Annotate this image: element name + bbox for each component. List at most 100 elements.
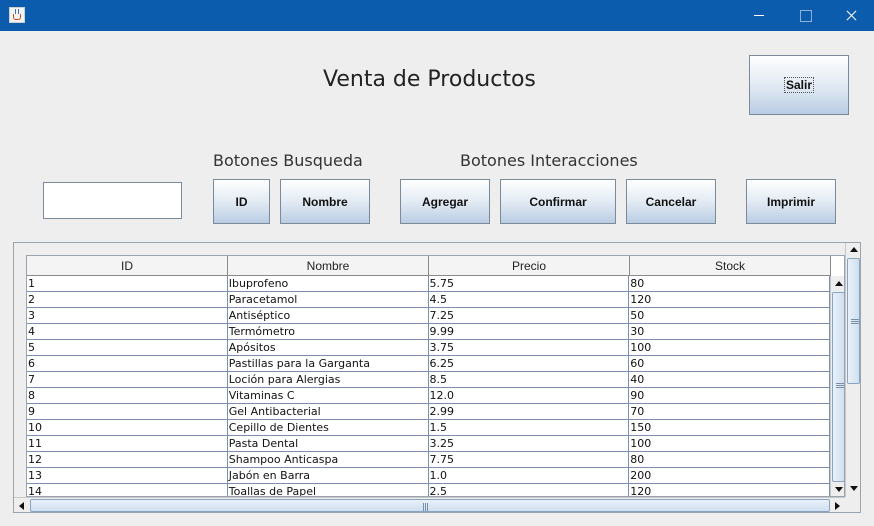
table-cell[interactable]: 3.25: [428, 436, 630, 452]
table-row[interactable]: 5 Apósitos 3.75 100: [27, 340, 830, 356]
table-cell[interactable]: 4.5: [428, 292, 630, 308]
column-header[interactable]: ID: [27, 256, 228, 276]
table-cell[interactable]: Jabón en Barra: [227, 468, 429, 484]
table-row[interactable]: 8 Vitaminas C 12.0 90: [27, 388, 830, 404]
scroll-right-icon[interactable]: [835, 502, 840, 510]
table-vertical-scroll-thumb[interactable]: [832, 292, 844, 482]
table-cell[interactable]: 13: [27, 468, 228, 484]
table-cell[interactable]: 5: [27, 340, 228, 356]
table-cell[interactable]: 6: [27, 356, 228, 372]
table-cell[interactable]: 150: [629, 420, 830, 436]
java-cup-icon: [9, 7, 25, 23]
table-cell[interactable]: 7.25: [428, 308, 630, 324]
table-row[interactable]: 3 Antiséptico 7.25 50: [27, 308, 830, 324]
table-cell[interactable]: 200: [629, 468, 830, 484]
table-cell[interactable]: 5.75: [428, 276, 630, 292]
search-input[interactable]: [43, 182, 182, 219]
table-cell[interactable]: 80: [629, 276, 830, 292]
table-vertical-scrollbar[interactable]: [830, 276, 844, 496]
table-cell[interactable]: 1.5: [428, 420, 630, 436]
table-row[interactable]: 12 Shampoo Anticaspa 7.75 80: [27, 452, 830, 468]
table-cell[interactable]: Ibuprofeno: [227, 276, 429, 292]
table-cell[interactable]: 1: [27, 276, 228, 292]
table-cell[interactable]: 8.5: [428, 372, 630, 388]
table-row[interactable]: 6 Pastillas para la Garganta 6.25 60: [27, 356, 830, 372]
table-cell[interactable]: 100: [629, 340, 830, 356]
table-cell[interactable]: 9.99: [428, 324, 630, 340]
table-cell[interactable]: Pastillas para la Garganta: [227, 356, 429, 372]
table-cell[interactable]: Toallas de Papel: [228, 484, 429, 496]
search-by-id-button[interactable]: ID: [213, 179, 270, 224]
table-cell[interactable]: 2.5: [429, 484, 630, 496]
table-cell[interactable]: 4: [27, 324, 228, 340]
scroll-up-icon[interactable]: [850, 247, 858, 252]
close-icon[interactable]: [828, 0, 874, 31]
grip-icon: [423, 503, 428, 511]
table-cell[interactable]: 80: [629, 452, 830, 468]
column-header[interactable]: Precio: [429, 256, 630, 276]
table-cell[interactable]: 9: [27, 404, 228, 420]
table-cell[interactable]: 50: [629, 308, 830, 324]
table-cell[interactable]: Vitaminas C: [227, 388, 429, 404]
table-cell[interactable]: Loción para Alergias: [227, 372, 429, 388]
table-row[interactable]: 2 Paracetamol 4.5 120: [27, 292, 830, 308]
table-cell[interactable]: Gel Antibacterial: [227, 404, 429, 420]
table-cell[interactable]: 100: [629, 436, 830, 452]
table-cell[interactable]: 30: [629, 324, 830, 340]
outer-vertical-scroll-thumb[interactable]: [847, 258, 860, 384]
search-by-name-button[interactable]: Nombre: [280, 179, 370, 224]
table-cell[interactable]: 3: [27, 308, 228, 324]
outer-horizontal-scrollbar[interactable]: [14, 497, 845, 512]
table-cell[interactable]: 3.75: [428, 340, 630, 356]
table-row[interactable]: 14 Toallas de Papel 2.5 120: [27, 484, 830, 496]
table-cell[interactable]: 6.25: [428, 356, 630, 372]
table-row[interactable]: 10 Cepillo de Dientes 1.5 150: [27, 420, 830, 436]
confirm-button[interactable]: Confirmar: [500, 179, 616, 224]
table-row[interactable]: 13 Jabón en Barra 1.0 200: [27, 468, 830, 484]
table-cell[interactable]: 70: [629, 404, 830, 420]
scroll-down-icon[interactable]: [850, 486, 858, 491]
print-button[interactable]: Imprimir: [746, 179, 836, 224]
table-cell[interactable]: 11: [27, 436, 228, 452]
table-row[interactable]: 11 Pasta Dental 3.25 100: [27, 436, 830, 452]
table-cell[interactable]: 1.0: [428, 468, 630, 484]
minimize-icon[interactable]: [736, 0, 782, 31]
table-cell[interactable]: 8: [27, 388, 228, 404]
table-cell[interactable]: 12: [27, 452, 228, 468]
table-cell[interactable]: 90: [629, 388, 830, 404]
column-header[interactable]: Stock: [630, 256, 831, 276]
table-cell[interactable]: Shampoo Anticaspa: [227, 452, 429, 468]
table-cell[interactable]: 40: [629, 372, 830, 388]
table-cell[interactable]: Termómetro: [227, 324, 429, 340]
table-cell[interactable]: 14: [27, 484, 228, 496]
table-cell[interactable]: 7: [27, 372, 228, 388]
exit-button[interactable]: Salir: [749, 55, 849, 115]
outer-horizontal-scroll-thumb[interactable]: [30, 499, 830, 512]
table-cell[interactable]: Apósitos: [227, 340, 429, 356]
scroll-down-icon[interactable]: [835, 487, 843, 492]
table-cell[interactable]: Paracetamol: [227, 292, 429, 308]
table-cell[interactable]: 120: [629, 292, 830, 308]
maximize-icon[interactable]: [782, 0, 828, 31]
table-cell[interactable]: 7.75: [428, 452, 630, 468]
table-cell[interactable]: Pasta Dental: [227, 436, 429, 452]
table-cell[interactable]: 120: [629, 484, 830, 496]
scroll-left-icon[interactable]: [19, 502, 24, 510]
table-cell[interactable]: 12.0: [428, 388, 630, 404]
add-button[interactable]: Agregar: [400, 179, 490, 224]
table-cell[interactable]: Cepillo de Dientes: [227, 420, 429, 436]
table-row[interactable]: 7 Loción para Alergias 8.5 40: [27, 372, 830, 388]
outer-vertical-scrollbar[interactable]: [845, 243, 860, 497]
table-row[interactable]: 1 Ibuprofeno 5.75 80: [27, 276, 830, 292]
table-cell[interactable]: 2: [27, 292, 228, 308]
scroll-up-icon[interactable]: [835, 281, 843, 286]
table-cell[interactable]: 2.99: [428, 404, 630, 420]
cancel-button[interactable]: Cancelar: [626, 179, 716, 224]
table-row[interactable]: 4 Termómetro 9.99 30: [27, 324, 830, 340]
column-header[interactable]: Nombre: [228, 256, 429, 276]
table-cell[interactable]: Antiséptico: [227, 308, 429, 324]
table-cell[interactable]: 10: [27, 420, 228, 436]
actions-group-label: Botones Interacciones: [460, 151, 638, 170]
table-row[interactable]: 9 Gel Antibacterial 2.99 70: [27, 404, 830, 420]
table-cell[interactable]: 60: [629, 356, 830, 372]
